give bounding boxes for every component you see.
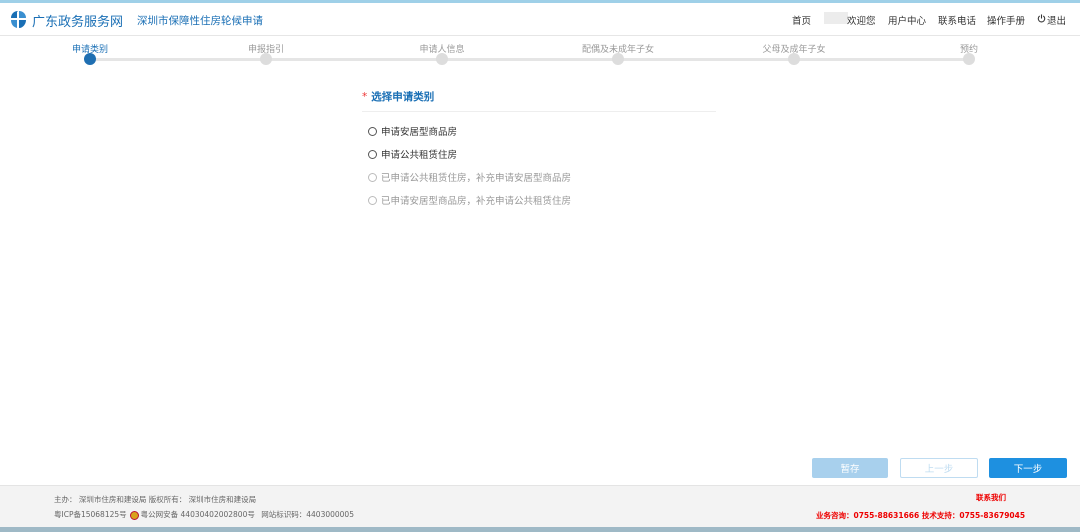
nav-logout-link[interactable]: 退出 — [1047, 13, 1066, 27]
header: 广东政务服务网 深圳市保障性住房轮候申请 首页 欢迎您 用户中心 联系电话 操作… — [0, 3, 1080, 36]
required-mark: * — [362, 91, 368, 103]
radio-button[interactable] — [368, 149, 377, 159]
bottom-strip — [0, 527, 1080, 532]
power-icon[interactable] — [1037, 14, 1046, 23]
nav-manual-link[interactable]: 操作手册 — [987, 13, 1025, 27]
option-label: 已申请安居型商品房，补充申请公共租赁住房 — [381, 196, 572, 207]
progress-steps: 申请类别 申报指引 申请人信息 配偶及未成年子女 父母及成年子女 预约 — [0, 40, 1080, 70]
footer-contact-title[interactable]: 联系我们 — [976, 492, 1006, 503]
username-blurred — [824, 12, 848, 24]
nav-contact-phone-link[interactable]: 联系电话 — [938, 13, 976, 27]
nav-home-link[interactable]: 首页 — [792, 13, 811, 27]
option-supplement-affordable: 已申请公共租赁住房，补充申请安居型商品房 — [368, 170, 571, 184]
option-affordable-housing[interactable]: 申请安居型商品房 — [368, 124, 457, 138]
step-dot-parents — [788, 53, 800, 65]
next-step-button[interactable]: 下一步 — [989, 458, 1067, 478]
police-badge-icon — [129, 510, 139, 520]
radio-button[interactable] — [368, 126, 377, 136]
footer-icp-line: 粤ICP备15068125号 粤公网安备 44030402002800号 网站标识… — [54, 509, 354, 520]
system-title: 深圳市保障性住房轮候申请 — [137, 15, 263, 27]
section-title-text: 选择申请类别 — [371, 91, 435, 103]
footer-icp[interactable]: 粤ICP备15068125号 — [54, 510, 127, 519]
footer: 主办： 深圳市住房和建设局 版权所有： 深圳市住房和建设局 粤ICP备15068… — [0, 485, 1080, 527]
option-label: 已申请公共租赁住房，补充申请安居型商品房 — [381, 173, 572, 184]
step-dot-applicant — [436, 53, 448, 65]
footer-police[interactable]: 粤公网安备 44030402002800号 — [141, 510, 255, 519]
step-track — [90, 58, 970, 61]
prev-step-button: 上一步 — [900, 458, 978, 478]
step-dot-guide — [260, 53, 272, 65]
welcome-text: 欢迎您 — [847, 16, 876, 27]
option-label: 申请安居型商品房 — [381, 127, 458, 138]
section-title: * 选择申请类别 — [362, 89, 434, 104]
footer-site-code: 网站标识码：4403000005 — [261, 510, 354, 519]
step-dot-appointment — [963, 53, 975, 65]
step-dot-category — [84, 53, 96, 65]
option-label: 申请公共租赁住房 — [381, 150, 458, 161]
nav-user-center-link[interactable]: 用户中心 — [888, 13, 926, 27]
option-public-rental[interactable]: 申请公共租赁住房 — [368, 147, 457, 161]
footer-contact-info: 业务咨询：0755-88631666 技术支持：0755-83679045 — [816, 511, 1026, 520]
radio-button-disabled — [368, 172, 377, 182]
save-draft-button[interactable]: 暂存 — [812, 458, 888, 478]
radio-button-disabled — [368, 195, 377, 205]
brand-title[interactable]: 广东政务服务网 — [32, 11, 123, 30]
section-divider — [362, 111, 716, 112]
option-supplement-rental: 已申请安居型商品房，补充申请公共租赁住房 — [368, 193, 571, 207]
guangdong-gov-logo-icon — [11, 11, 26, 28]
footer-sponsor: 主办： 深圳市住房和建设局 版权所有： 深圳市住房和建设局 — [54, 495, 257, 504]
step-dot-spouse — [612, 53, 624, 65]
